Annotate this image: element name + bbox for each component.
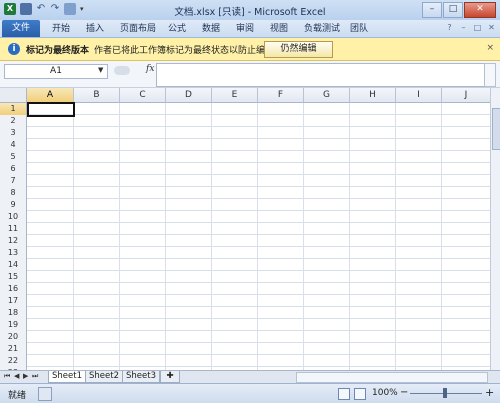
gridline <box>27 342 490 343</box>
column-header[interactable]: D <box>166 88 212 103</box>
gridline <box>27 138 490 139</box>
column-header[interactable]: H <box>350 88 396 103</box>
title-bar: X ↶ ↷ ▾ 文档.xlsx [只读] - Microsoft Excel –… <box>0 0 500 21</box>
formula-bar: A1 ▼ fx <box>0 61 500 88</box>
tab-file[interactable]: 文件 <box>2 20 40 37</box>
tab-load-test[interactable]: 负载测试 <box>304 22 340 36</box>
macro-record-icon[interactable] <box>38 387 52 401</box>
help-icon[interactable]: ? <box>445 23 454 32</box>
column-header[interactable]: B <box>74 88 120 103</box>
ribbon-close-icon[interactable]: ✕ <box>487 23 496 32</box>
status-ready: 就绪 <box>8 391 27 401</box>
tab-home[interactable]: 开始 <box>52 22 70 36</box>
vertical-scrollbar[interactable] <box>490 88 500 370</box>
page-layout-view-icon[interactable] <box>354 388 366 400</box>
active-cell-a1[interactable] <box>27 102 75 117</box>
name-box[interactable]: A1 <box>4 64 108 79</box>
maximize-button[interactable]: □ <box>443 2 463 18</box>
gridline <box>27 222 490 223</box>
horizontal-scrollbar[interactable] <box>296 372 488 383</box>
column-header[interactable]: C <box>120 88 166 103</box>
formula-input[interactable] <box>156 63 486 87</box>
ribbon-restore-icon[interactable]: □ <box>473 23 482 32</box>
formula-cancel-icon[interactable] <box>114 66 130 75</box>
column-header[interactable]: G <box>304 88 350 103</box>
gridline <box>27 186 490 187</box>
message-bar-close-icon[interactable]: × <box>486 43 494 53</box>
zoom-slider-thumb[interactable] <box>443 388 447 398</box>
close-button[interactable]: ✕ <box>464 2 496 18</box>
gridline <box>27 114 490 115</box>
status-bar: 就绪 100% − + <box>0 383 500 403</box>
zoom-out-icon[interactable]: − <box>400 387 408 398</box>
zoom-in-icon[interactable]: + <box>485 386 494 399</box>
gridline <box>27 258 490 259</box>
tab-view[interactable]: 视图 <box>270 22 288 36</box>
formula-controls: fx <box>110 64 154 77</box>
sheet-tab-sheet1[interactable]: Sheet1 <box>48 371 86 383</box>
tab-team[interactable]: 团队 <box>350 22 368 36</box>
vertical-scroll-thumb[interactable] <box>492 108 500 150</box>
prev-sheet-icon[interactable]: ◀ <box>14 372 19 380</box>
tab-formulas[interactable]: 公式 <box>168 22 186 36</box>
gridline <box>27 174 490 175</box>
message-bar-title: 标记为最终版本 <box>26 46 90 56</box>
minimize-button[interactable]: – <box>422 2 442 18</box>
sheet-tab-sheet2[interactable]: Sheet2 <box>85 371 123 383</box>
first-sheet-icon[interactable]: ⏮ <box>4 372 10 381</box>
ribbon-minimize-icon[interactable]: – <box>459 23 468 32</box>
ribbon-right-icons: ? – □ ✕ <box>445 23 496 32</box>
view-switcher <box>338 388 366 400</box>
column-header[interactable]: E <box>212 88 258 103</box>
insert-function-icon[interactable]: fx <box>146 64 154 74</box>
column-header[interactable]: J <box>442 88 490 103</box>
last-sheet-icon[interactable]: ⏭ <box>32 372 38 381</box>
column-header[interactable]: A <box>27 88 74 103</box>
gridline <box>27 282 490 283</box>
message-bar: i 标记为最终版本 作者已将此工作簿标记为最终状态以防止编辑。 仍然编辑 × <box>0 38 500 61</box>
gridline <box>27 330 490 331</box>
worksheet-grid[interactable]: A B C D E F G H I J 1 2 3 4 5 6 7 8 9 10… <box>0 88 490 370</box>
formula-bar-expand[interactable] <box>484 63 496 87</box>
gridline <box>27 270 490 271</box>
normal-view-icon[interactable] <box>338 388 350 400</box>
gridline <box>27 306 490 307</box>
name-box-dropdown-icon[interactable]: ▼ <box>98 66 103 74</box>
gridline <box>27 246 490 247</box>
insert-sheet-icon[interactable]: ✚ <box>160 371 180 383</box>
gridline <box>27 294 490 295</box>
gridline <box>27 354 490 355</box>
tab-review[interactable]: 审阅 <box>236 22 254 36</box>
ribbon-tab-bar: 文件 开始 插入 页面布局 公式 数据 审阅 视图 负载测试 团队 ? – □ … <box>0 20 500 38</box>
sheet-tab-bar: ⏮ ◀ ▶ ⏭ Sheet1 Sheet2 Sheet3 ✚ <box>0 370 500 383</box>
info-icon: i <box>8 43 20 55</box>
tab-page-layout[interactable]: 页面布局 <box>120 22 156 36</box>
gridline <box>27 162 490 163</box>
gridline <box>27 150 490 151</box>
next-sheet-icon[interactable]: ▶ <box>23 372 28 380</box>
gridline <box>27 210 490 211</box>
gridline <box>27 126 490 127</box>
gridline <box>27 318 490 319</box>
gridline <box>27 198 490 199</box>
tab-insert[interactable]: 插入 <box>86 22 104 36</box>
column-header[interactable]: F <box>258 88 304 103</box>
column-header[interactable]: I <box>396 88 442 103</box>
message-bar-text: 作者已将此工作簿标记为最终状态以防止编辑。 <box>94 46 284 56</box>
gridline <box>27 366 490 367</box>
edit-anyway-button[interactable]: 仍然编辑 <box>264 41 333 58</box>
zoom-level[interactable]: 100% <box>372 388 398 398</box>
select-all-corner[interactable] <box>0 88 27 103</box>
gridline <box>27 234 490 235</box>
sheet-tab-sheet3[interactable]: Sheet3 <box>122 371 160 383</box>
tab-data[interactable]: 数据 <box>202 22 220 36</box>
window-controls: – □ ✕ <box>422 2 496 18</box>
